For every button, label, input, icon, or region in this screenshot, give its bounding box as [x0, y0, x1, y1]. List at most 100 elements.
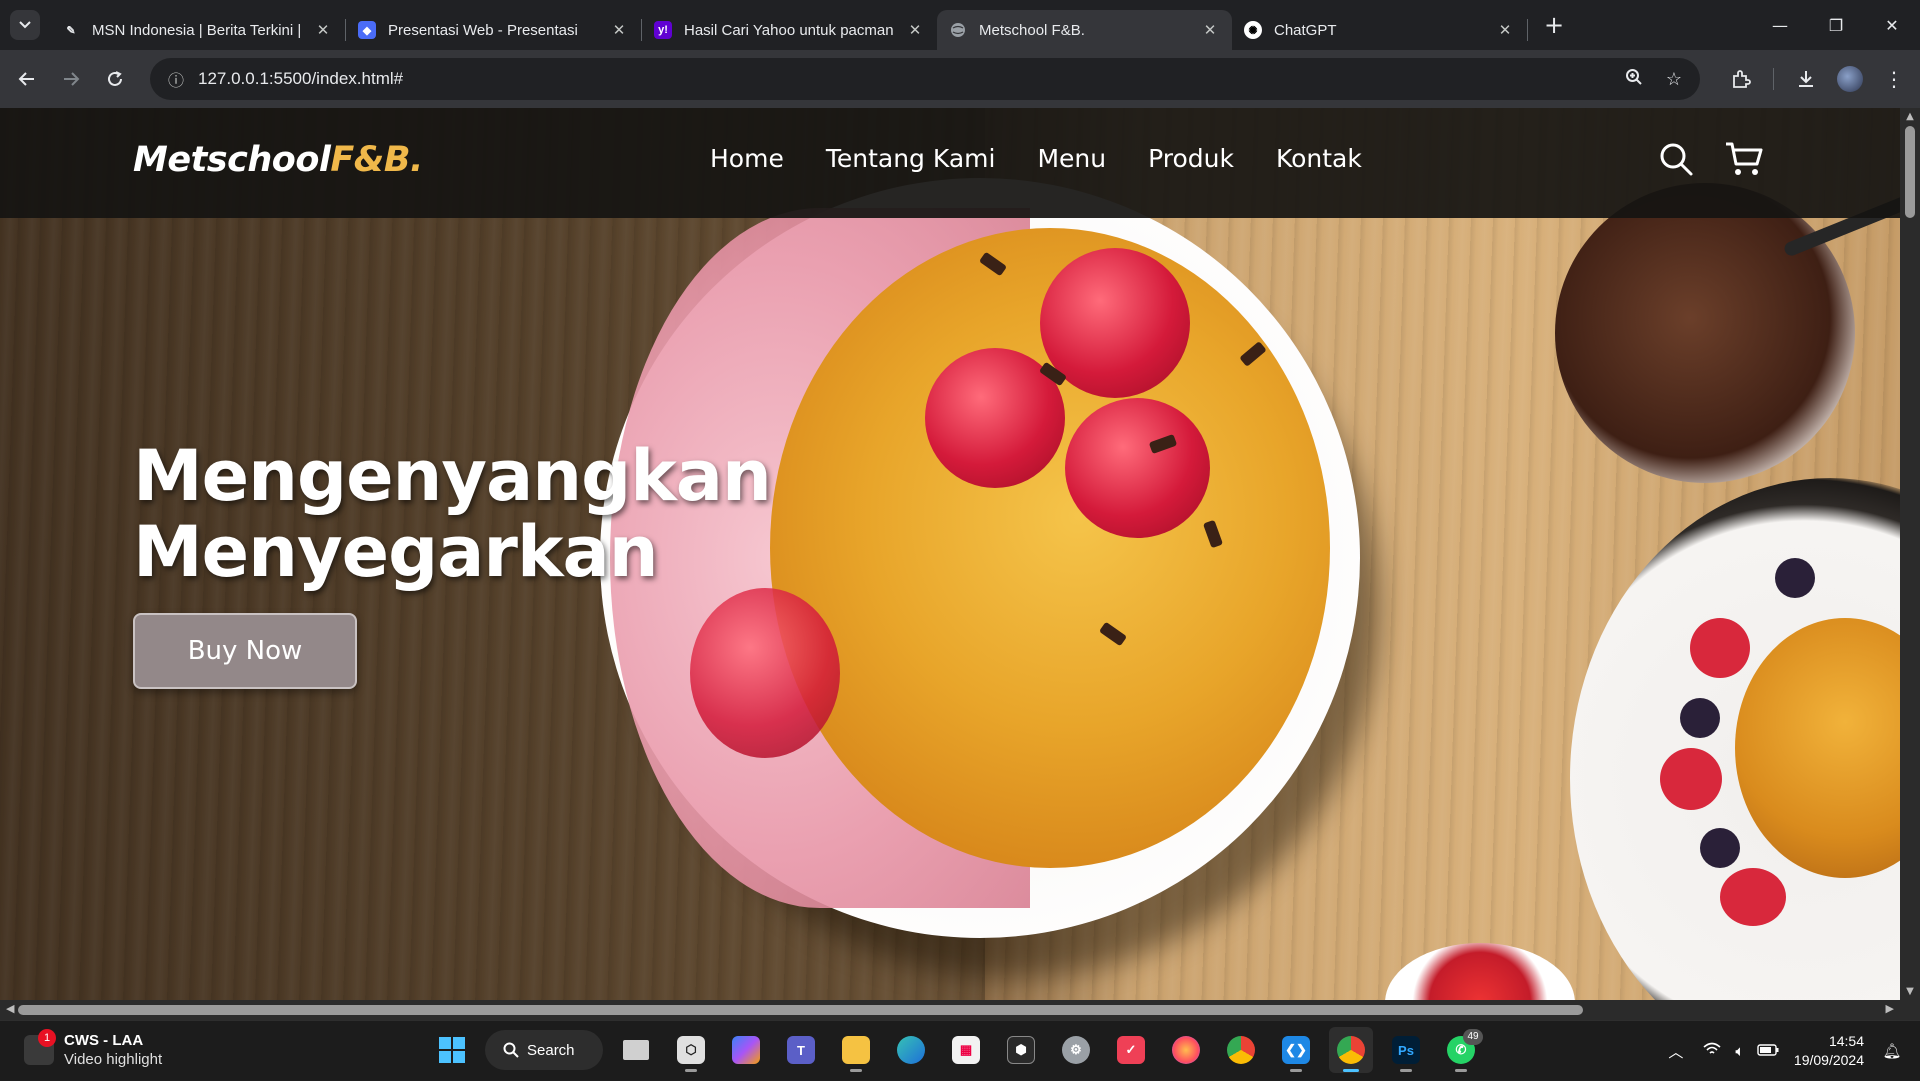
taskbar-app-vscode[interactable]: ❮❯: [1274, 1027, 1318, 1073]
windows-taskbar: 1 CWS - LAA Video highlight Search ⬡ T ▦…: [0, 1020, 1920, 1080]
close-icon[interactable]: ✕: [609, 21, 629, 39]
running-indicator: [1400, 1069, 1412, 1072]
tab-chatgpt[interactable]: ✺ ChatGPT ✕: [1232, 10, 1527, 50]
taskbar-app-store[interactable]: ▦: [944, 1027, 988, 1073]
close-icon[interactable]: ✕: [1495, 21, 1515, 39]
battery-icon[interactable]: [1754, 1043, 1782, 1060]
extensions-icon[interactable]: [1719, 57, 1763, 101]
search-icon: [503, 1042, 519, 1058]
tab-msn[interactable]: ✎ MSN Indonesia | Berita Terkini | ✕: [50, 10, 345, 50]
window-controls: — ❐ ✕: [1752, 0, 1920, 50]
vertical-scrollbar[interactable]: ▲ ▼: [1900, 108, 1920, 1000]
browser-toolbar: ⓘ 127.0.0.1:5500/index.html# ☆ ⋮: [0, 50, 1920, 108]
nav-menu[interactable]: Menu: [1037, 144, 1106, 173]
scroll-down-arrow[interactable]: ▼: [1900, 986, 1920, 997]
unity-hub-icon: ⬢: [1007, 1036, 1035, 1064]
scrollbar-thumb[interactable]: [1905, 126, 1915, 218]
photoshop-icon: Ps: [1392, 1036, 1420, 1064]
blueberry: [1775, 558, 1815, 598]
close-window-button[interactable]: ✕: [1864, 0, 1920, 50]
unity-icon: ⬡: [677, 1036, 705, 1064]
tab-search-button[interactable]: [10, 10, 40, 40]
tab-metschool[interactable]: Metschool F&B. ✕: [937, 10, 1232, 50]
taskbar-app-file-explorer[interactable]: [834, 1027, 878, 1073]
taskbar-app-edge[interactable]: [889, 1027, 933, 1073]
running-indicator: [850, 1069, 862, 1072]
taskbar-app-chrome-active[interactable]: [1329, 1027, 1373, 1073]
taskbar-app-unity[interactable]: ⬡: [669, 1027, 713, 1073]
horizontal-scrollbar[interactable]: ◀ ▶: [0, 1000, 1920, 1020]
site-info-icon[interactable]: ⓘ: [156, 67, 196, 91]
scroll-up-arrow[interactable]: ▲: [1900, 111, 1920, 122]
url-text[interactable]: 127.0.0.1:5500/index.html#: [198, 69, 1614, 89]
toolbar-divider: [1773, 68, 1774, 90]
yahoo-icon: y!: [654, 21, 672, 39]
download-icon[interactable]: [1784, 57, 1828, 101]
scroll-left-arrow[interactable]: ◀: [6, 1002, 14, 1015]
scrollbar-thumb[interactable]: [18, 1005, 1583, 1015]
start-button[interactable]: [430, 1027, 474, 1073]
minimize-button[interactable]: —: [1752, 0, 1808, 50]
close-icon[interactable]: ✕: [1200, 21, 1220, 39]
taskbar-clock[interactable]: 14:54 19/09/2024: [1794, 1032, 1864, 1070]
taskbar-search[interactable]: Search: [485, 1030, 603, 1070]
tab-presentasi[interactable]: ◆ Presentasi Web - Presentasi ✕: [346, 10, 641, 50]
system-tray: ︿ 🔈︎ 14:54 19/09/2024 🔔︎: [1662, 1021, 1920, 1081]
bookmark-star-icon[interactable]: ☆: [1654, 69, 1694, 90]
tab-title: MSN Indonesia | Berita Terkini |: [92, 21, 302, 39]
vscode-icon: ❮❯: [1282, 1036, 1310, 1064]
folder-icon: [842, 1036, 870, 1064]
raspberry: [1065, 398, 1210, 538]
running-indicator: [1343, 1069, 1359, 1072]
new-tab-button[interactable]: +: [1538, 11, 1570, 39]
reload-button[interactable]: [93, 57, 137, 101]
nav-home[interactable]: Home: [710, 144, 784, 173]
cart-icon[interactable]: [1723, 138, 1765, 180]
buy-now-button[interactable]: Buy Now: [133, 613, 357, 689]
page-viewport: MetschoolF&B. Home Tentang Kami Menu Pro…: [0, 108, 1900, 1000]
volume-icon[interactable]: 🔈︎: [1726, 1043, 1754, 1060]
taskbar-app-copilot[interactable]: [724, 1027, 768, 1073]
close-icon[interactable]: ✕: [313, 21, 333, 39]
more-menu-icon[interactable]: ⋮: [1872, 57, 1916, 101]
notification-bell-icon[interactable]: 🔔︎: [1878, 1042, 1906, 1060]
restore-button[interactable]: ❐: [1808, 0, 1864, 50]
whatsapp-badge: 49: [1463, 1029, 1483, 1045]
taskbar-app-photoshop[interactable]: Ps: [1384, 1027, 1428, 1073]
nav-kontak[interactable]: Kontak: [1276, 144, 1362, 173]
chevron-up-icon[interactable]: ︿: [1662, 1041, 1690, 1062]
nav-tentang-kami[interactable]: Tentang Kami: [826, 144, 996, 173]
nav-produk[interactable]: Produk: [1148, 144, 1234, 173]
tab-yahoo[interactable]: y! Hasil Cari Yahoo untuk pacman ✕: [642, 10, 937, 50]
close-icon[interactable]: ✕: [905, 21, 925, 39]
taskbar-app-settings[interactable]: ⚙: [1054, 1027, 1098, 1073]
notification-widget[interactable]: 1 CWS - LAA Video highlight: [24, 1029, 163, 1069]
task-view-button[interactable]: [614, 1027, 658, 1073]
search-icon[interactable]: [1655, 138, 1697, 180]
notification-subtitle: Video highlight: [64, 1051, 163, 1068]
toolbar-actions: ⋮: [1719, 50, 1920, 108]
scroll-right-arrow[interactable]: ▶: [1886, 1002, 1894, 1015]
address-bar[interactable]: ⓘ 127.0.0.1:5500/index.html# ☆: [150, 58, 1700, 100]
strawberry-bowl: [1385, 943, 1575, 1000]
wifi-icon[interactable]: [1698, 1042, 1726, 1060]
hero-title-line-2: Menyegarkan: [133, 511, 659, 593]
site-logo[interactable]: MetschoolF&B.: [133, 140, 423, 180]
taskbar-app-chrome[interactable]: [1219, 1027, 1263, 1073]
taskbar-app-pocket[interactable]: ✓: [1109, 1027, 1153, 1073]
taskbar-app-firefox[interactable]: [1164, 1027, 1208, 1073]
site-navbar: MetschoolF&B. Home Tentang Kami Menu Pro…: [0, 108, 1900, 218]
forward-button[interactable]: [49, 57, 93, 101]
taskbar-app-whatsapp[interactable]: ✆ 49: [1439, 1027, 1483, 1073]
profile-avatar[interactable]: [1828, 57, 1872, 101]
notification-icon: 1: [24, 1029, 56, 1065]
logo-main: Metschool: [133, 140, 331, 180]
chevron-down-icon: [19, 21, 31, 29]
taskbar-app-unity-hub[interactable]: ⬢: [999, 1027, 1043, 1073]
taskbar-app-teams[interactable]: T: [779, 1027, 823, 1073]
clock-date: 19/09/2024: [1793, 1052, 1864, 1068]
clock-time: 14:54: [1828, 1033, 1864, 1049]
tab-separator: [1527, 19, 1528, 41]
back-button[interactable]: [5, 57, 49, 101]
zoom-icon[interactable]: [1614, 68, 1654, 91]
